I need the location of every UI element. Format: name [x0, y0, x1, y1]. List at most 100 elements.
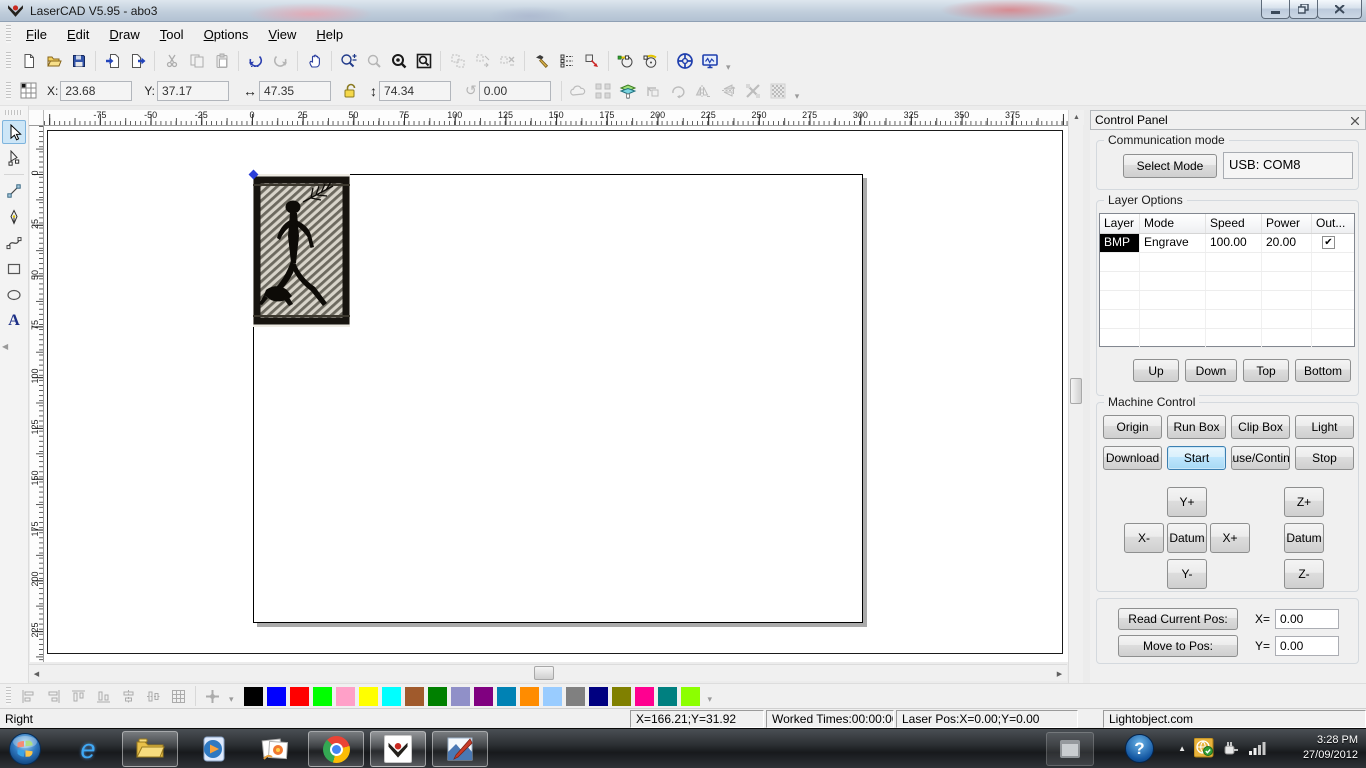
color-swatch[interactable]: [543, 687, 562, 706]
menu-help[interactable]: Help: [306, 24, 353, 45]
origin-button[interactable]: Origin: [1103, 415, 1162, 439]
column-layer[interactable]: Layer: [1100, 214, 1140, 233]
taskbar-paint[interactable]: [432, 731, 488, 767]
center-horizontal-icon[interactable]: [116, 684, 141, 708]
layer-output-checkbox[interactable]: ✔: [1322, 236, 1335, 249]
scroll-right-arrow[interactable]: ▶: [1052, 666, 1067, 681]
palette-collapse-icon[interactable]: ◀: [0, 342, 8, 351]
color-swatch[interactable]: [267, 687, 286, 706]
datum-z-button[interactable]: Datum: [1284, 523, 1324, 553]
zoom-in-out-button[interactable]: [336, 49, 361, 73]
color-swatch[interactable]: [612, 687, 631, 706]
column-mode[interactable]: Mode: [1140, 214, 1206, 233]
toolbar-grip[interactable]: [6, 52, 11, 70]
x-position-field[interactable]: 23.68: [60, 81, 132, 101]
layer-bottom-button[interactable]: Bottom: [1295, 359, 1351, 382]
ellipse-tool[interactable]: [2, 283, 26, 307]
save-button[interactable]: [66, 49, 91, 73]
restore-button[interactable]: [1289, 0, 1318, 19]
skew-icon[interactable]: [641, 79, 666, 103]
scroll-left-arrow[interactable]: ◀: [29, 666, 44, 681]
jog-y-minus-button[interactable]: Y-: [1167, 559, 1207, 589]
lock-ratio-icon[interactable]: [337, 79, 362, 103]
center-vertical-icon[interactable]: [141, 684, 166, 708]
device-button[interactable]: [672, 49, 697, 73]
array-params-button[interactable]: [554, 49, 579, 73]
pen-tool[interactable]: [2, 205, 26, 229]
move-object-button[interactable]: [579, 49, 604, 73]
taskbar-media-player[interactable]: [184, 731, 240, 767]
zoom-window-button[interactable]: [361, 49, 386, 73]
align-grid-icon[interactable]: [166, 684, 191, 708]
horizontal-scrollbar[interactable]: ◀ ▶: [29, 664, 1067, 681]
undo-button[interactable]: [243, 49, 268, 73]
new-button[interactable]: [16, 49, 41, 73]
color-swatch[interactable]: [336, 687, 355, 706]
align-right-icon[interactable]: [41, 684, 66, 708]
align-bottom-icon[interactable]: [91, 684, 116, 708]
control-panel-close-button[interactable]: [1348, 114, 1362, 128]
line-tool[interactable]: [2, 179, 26, 203]
redo-button[interactable]: [268, 49, 293, 73]
pause-continue-button[interactable]: Pause/Continue: [1231, 446, 1290, 470]
jog-y-plus-button[interactable]: Y+: [1167, 487, 1207, 517]
updater-tray-icon[interactable]: [1194, 738, 1214, 758]
jog-z-plus-button[interactable]: Z+: [1284, 487, 1324, 517]
color-swatch[interactable]: [451, 687, 470, 706]
layer-row-bmp[interactable]: BMP Engrave 100.00 20.00 ✔: [1100, 234, 1354, 253]
y-position-field[interactable]: 37.17: [157, 81, 229, 101]
mirror-horizontal-icon[interactable]: [716, 79, 741, 103]
bezier-tool[interactable]: [2, 231, 26, 255]
scale-icon[interactable]: [741, 79, 766, 103]
vertical-scroll-thumb[interactable]: [1070, 378, 1082, 404]
menu-options[interactable]: Options: [194, 24, 259, 45]
center-page-icon[interactable]: [200, 684, 225, 708]
download-button[interactable]: Download: [1103, 446, 1162, 470]
taskbar-photo-viewer[interactable]: [246, 731, 302, 767]
jog-x-plus-button[interactable]: X+: [1210, 523, 1250, 553]
color-swatch[interactable]: [566, 687, 585, 706]
import-button[interactable]: [100, 49, 125, 73]
menu-tool[interactable]: Tool: [150, 24, 194, 45]
color-swatch[interactable]: [520, 687, 539, 706]
menu-view[interactable]: View: [258, 24, 306, 45]
color-swatch[interactable]: [359, 687, 378, 706]
align-left-icon[interactable]: [16, 684, 41, 708]
color-swatch[interactable]: [681, 687, 700, 706]
menu-draw[interactable]: Draw: [99, 24, 149, 45]
mirror-vertical-icon[interactable]: [691, 79, 716, 103]
layer-power-cell[interactable]: 20.00: [1262, 234, 1312, 252]
copy-button[interactable]: [184, 49, 209, 73]
select-mode-button[interactable]: Select Mode: [1123, 154, 1217, 178]
delete-node-button[interactable]: [495, 49, 520, 73]
start-button[interactable]: Start: [1167, 446, 1226, 470]
rotate-object-button[interactable]: [638, 49, 663, 73]
jog-z-minus-button[interactable]: Z-: [1284, 559, 1324, 589]
column-speed[interactable]: Speed: [1206, 214, 1262, 233]
paste-button[interactable]: [209, 49, 234, 73]
taskbar-explorer[interactable]: [122, 731, 178, 767]
select-tool[interactable]: [2, 120, 26, 144]
color-swatch[interactable]: [382, 687, 401, 706]
color-swatch[interactable]: [244, 687, 263, 706]
taskbar-clock[interactable]: 3:28 PM 27/09/2012: [1280, 733, 1358, 763]
color-swatch[interactable]: [635, 687, 654, 706]
simulate-button[interactable]: [697, 49, 722, 73]
color-swatch[interactable]: [497, 687, 516, 706]
cloud-icon[interactable]: [566, 79, 591, 103]
layer-mode-cell[interactable]: Engrave: [1140, 234, 1206, 252]
menu-edit[interactable]: Edit: [57, 24, 99, 45]
color-swatch[interactable]: [313, 687, 332, 706]
toolbar-overflow-icon[interactable]: ▾: [726, 62, 731, 76]
color-swatch[interactable]: [290, 687, 309, 706]
height-field[interactable]: 74.34: [379, 81, 451, 101]
color-swatch[interactable]: [428, 687, 447, 706]
taskbar-ie[interactable]: e: [60, 731, 116, 767]
read-current-pos-button[interactable]: Read Current Pos:: [1118, 608, 1238, 630]
layer-top-button[interactable]: Top: [1243, 359, 1289, 382]
light-button[interactable]: Light: [1295, 415, 1354, 439]
stop-button[interactable]: Stop: [1295, 446, 1354, 470]
vertical-scrollbar[interactable]: ▲ ▼: [1068, 110, 1083, 762]
width-field[interactable]: 47.35: [259, 81, 331, 101]
rotate-free-icon[interactable]: [666, 79, 691, 103]
